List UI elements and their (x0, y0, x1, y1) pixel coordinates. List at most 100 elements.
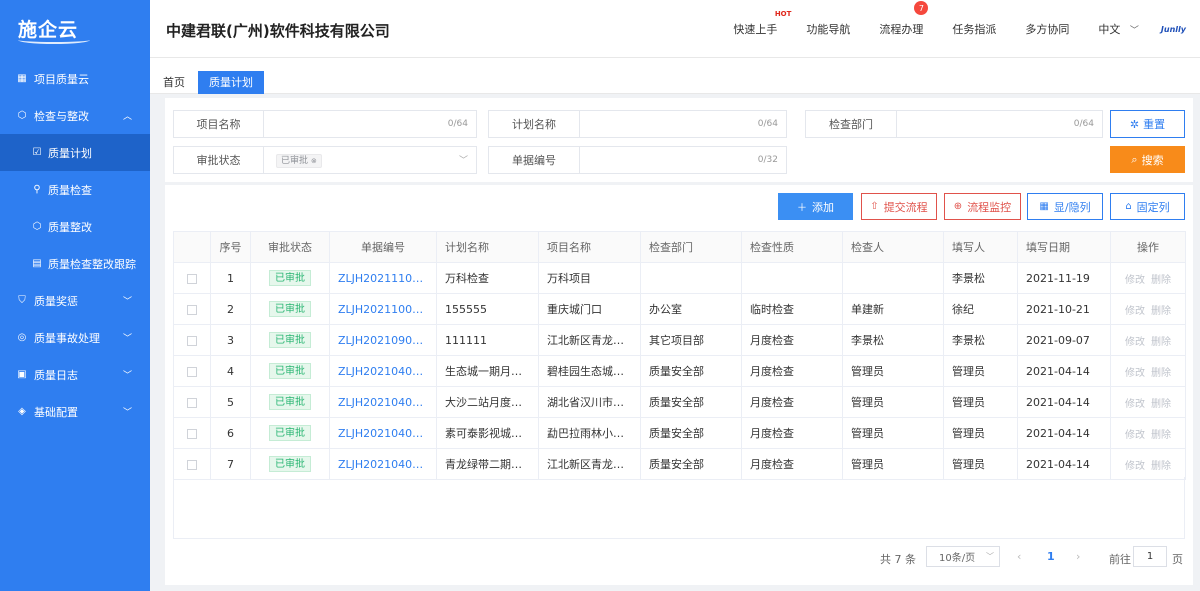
checkbox[interactable] (187, 273, 197, 284)
delete-link[interactable]: 删除 (1151, 399, 1171, 410)
submit-workflow-button[interactable]: ⇧ 提交流程 (861, 193, 937, 220)
cell-plan: 155555 (436, 293, 539, 325)
row-select[interactable] (173, 448, 211, 480)
sidebar-item-quality-tracking[interactable]: ▤ 质量检查整改跟踪 (0, 245, 150, 282)
reset-button[interactable]: ✲ 重置 (1110, 110, 1185, 138)
nav-workflow[interactable]: 流程办理 7 (879, 1, 929, 37)
delete-link[interactable]: 删除 (1151, 306, 1171, 317)
reset-label: 重置 (1143, 118, 1166, 131)
tab-quality-plan[interactable]: 质量计划 (198, 71, 264, 94)
page-suffix: 页 (1172, 553, 1183, 566)
page-number[interactable]: 1 (1047, 550, 1055, 563)
nav-collaboration[interactable]: 多方协同 (1025, 21, 1069, 37)
delete-link[interactable]: 删除 (1151, 461, 1171, 472)
sidebar-item-quality-inspection[interactable]: ⚲ 质量检查 (0, 171, 150, 208)
checkbox[interactable] (187, 366, 197, 377)
nav-quick-start-label: 快速上手 (733, 23, 778, 36)
cell-nature: 月度检查 (741, 324, 843, 356)
sidebar-item-project-quality-cloud[interactable]: ▦ 项目质量云 (0, 60, 150, 97)
tab-home[interactable]: 首页 (152, 71, 196, 94)
nav-quick-start[interactable]: 快速上手 HOT (733, 10, 791, 37)
table-row[interactable]: 7 已审批 ZLJH2021040016 青龙绿带二期月... 江北新区青龙绿.… (173, 448, 1186, 480)
row-select[interactable] (173, 417, 211, 449)
row-select[interactable] (173, 293, 211, 325)
fix-columns-button[interactable]: ⌂ 固定列 (1110, 193, 1185, 220)
cell-inspector (842, 262, 944, 294)
cell-nature: 月度检查 (741, 417, 843, 449)
cell-code-link[interactable]: ZLJH2021040018 (329, 386, 437, 418)
cell-code-link[interactable]: ZLJH2021100026 (329, 293, 437, 325)
plan-name-input[interactable]: 0/64 (580, 111, 786, 137)
cell-code-link[interactable]: ZLJH2021040016 (329, 448, 437, 480)
edit-link[interactable]: 修改 (1125, 461, 1145, 472)
page-size-select[interactable]: 10条/页 ﹀ (926, 546, 1000, 567)
edit-link[interactable]: 修改 (1125, 275, 1145, 286)
status-select[interactable]: 已审批 ⊗ ﹀ (264, 147, 476, 173)
edit-link[interactable]: 修改 (1125, 430, 1145, 441)
table-row[interactable]: 2 已审批 ZLJH2021100026 155555 重庆城门口 办公室 临时… (173, 293, 1186, 325)
checkbox[interactable] (187, 428, 197, 439)
row-select[interactable] (173, 386, 211, 418)
toggle-columns-button[interactable]: ▦ 显/隐列 (1027, 193, 1103, 220)
edit-link[interactable]: 修改 (1125, 306, 1145, 317)
checkbox[interactable] (187, 459, 197, 470)
cell-no: 2 (210, 293, 251, 325)
edit-link[interactable]: 修改 (1125, 368, 1145, 379)
table-row[interactable]: 5 已审批 ZLJH2021040018 大沙二站月度计划 湖北省汉川市大...… (173, 386, 1186, 418)
language-select[interactable]: 中文 ﹀ (1098, 21, 1139, 37)
checkbox[interactable] (187, 397, 197, 408)
header-action: 操作 (1110, 231, 1186, 263)
row-select[interactable] (173, 262, 211, 294)
delete-link[interactable]: 删除 (1151, 430, 1171, 441)
table-row[interactable]: 3 已审批 ZLJH2021090025 111111 江北新区青龙绿... 其… (173, 324, 1186, 356)
edit-link[interactable]: 修改 (1125, 337, 1145, 348)
project-name-field[interactable]: 项目名称 0/64 (173, 110, 477, 138)
project-name-input[interactable]: 0/64 (264, 111, 476, 137)
status-field[interactable]: 审批状态 已审批 ⊗ ﹀ (173, 146, 477, 174)
prev-page-button[interactable]: ‹ (1017, 550, 1021, 563)
search-button[interactable]: ⌕ 搜索 (1110, 146, 1185, 173)
nav-function-nav[interactable]: 功能导航 (806, 21, 850, 37)
dept-field[interactable]: 检查部门 0/64 (805, 110, 1103, 138)
table-row[interactable]: 1 已审批 ZLJH2021110027 万科检查 万科项目 李景松 2021-… (173, 262, 1186, 294)
sidebar-item-quality-accident[interactable]: ◎ 质量事故处理 ﹀ (0, 319, 150, 356)
row-select[interactable] (173, 324, 211, 356)
cell-code-link[interactable]: ZLJH2021090025 (329, 324, 437, 356)
cell-code-link[interactable]: ZLJH2021040019 (329, 355, 437, 387)
code-field[interactable]: 单据编号 0/32 (488, 146, 787, 174)
nav-task-assign[interactable]: 任务指派 (952, 21, 996, 37)
cell-writer: 李景松 (943, 262, 1018, 294)
workflow-monitor-button[interactable]: ⊕ 流程监控 (944, 193, 1021, 220)
cell-code-link[interactable]: ZLJH2021110027 (329, 262, 437, 294)
cell-dept: 其它项目部 (640, 324, 742, 356)
sidebar-item-quality-rewards[interactable]: ⛉ 质量奖惩 ﹀ (0, 282, 150, 319)
cube-icon: ⬡ (32, 221, 42, 232)
plan-name-field[interactable]: 计划名称 0/64 (488, 110, 787, 138)
cell-code-link[interactable]: ZLJH2021040017 (329, 417, 437, 449)
row-select[interactable] (173, 355, 211, 387)
edit-link[interactable]: 修改 (1125, 399, 1145, 410)
sidebar-item-basic-config[interactable]: ◈ 基础配置 ﹀ (0, 393, 150, 430)
table-row[interactable]: 4 已审批 ZLJH2021040019 生态城一期月度... 碧桂园生态城一.… (173, 355, 1186, 387)
dept-input[interactable]: 0/64 (897, 111, 1102, 137)
delete-link[interactable]: 删除 (1151, 337, 1171, 348)
sidebar-item-quality-plan[interactable]: ☑ 质量计划 (0, 134, 150, 171)
delete-link[interactable]: 删除 (1151, 275, 1171, 286)
next-page-button[interactable]: › (1076, 550, 1080, 563)
app-logo[interactable]: 施企云 (0, 0, 150, 58)
add-button[interactable]: ＋ 添加 (778, 193, 853, 220)
checkbox[interactable] (187, 335, 197, 346)
hot-badge: HOT (774, 10, 792, 18)
delete-link[interactable]: 删除 (1151, 368, 1171, 379)
sidebar-item-inspection-rectification[interactable]: ⬡ 检查与整改 ︿ (0, 97, 150, 134)
remove-icon[interactable]: ⊗ (311, 157, 317, 165)
cell-actions: 修改 删除 (1110, 293, 1186, 325)
sidebar-item-quality-log[interactable]: ▣ 质量日志 ﹀ (0, 356, 150, 393)
table-row[interactable]: 6 已审批 ZLJH2021040017 素可泰影视城月... 勐巴拉雨林小镇.… (173, 417, 1186, 449)
sidebar-item-quality-rectification[interactable]: ⬡ 质量整改 (0, 208, 150, 245)
cube-icon: ⬡ (17, 110, 27, 121)
code-input[interactable]: 0/32 (580, 147, 786, 173)
goto-page-input[interactable]: 1 (1133, 546, 1167, 567)
chevron-down-icon: ﹀ (986, 552, 994, 561)
checkbox[interactable] (187, 304, 197, 315)
